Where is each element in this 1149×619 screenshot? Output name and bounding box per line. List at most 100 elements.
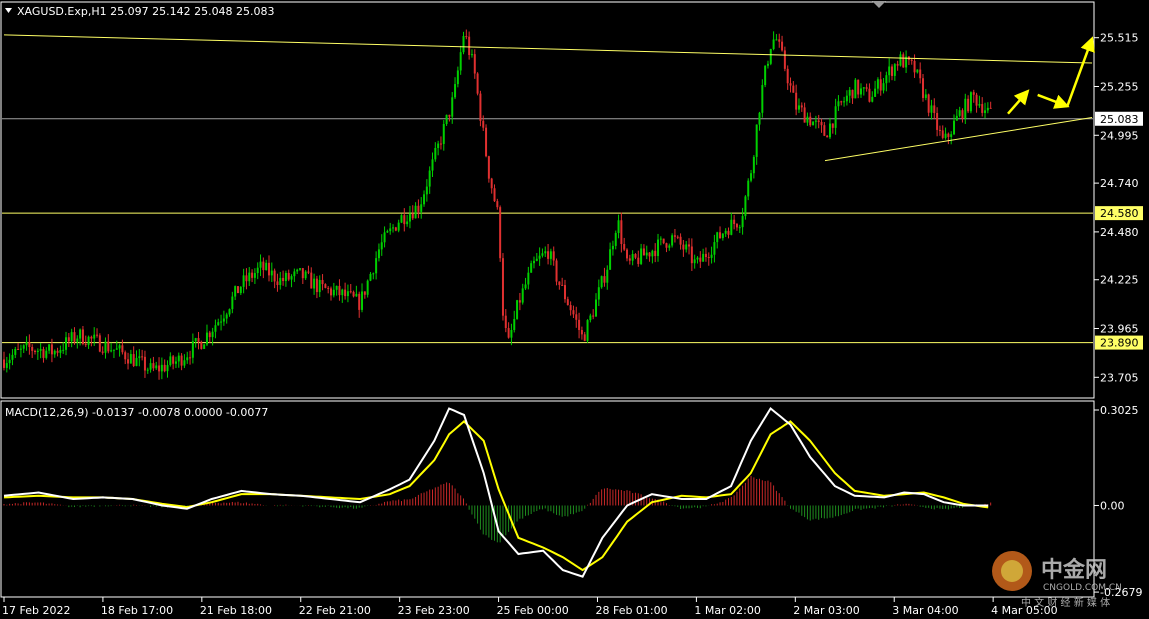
candle bbox=[671, 233, 674, 248]
candle-body bbox=[203, 344, 206, 349]
candle-body bbox=[234, 286, 237, 297]
candle-body bbox=[837, 101, 840, 107]
candle-body bbox=[366, 280, 369, 295]
candle-body bbox=[532, 260, 535, 264]
candle-body bbox=[572, 310, 575, 315]
candle-body bbox=[141, 356, 144, 358]
candle-body bbox=[840, 101, 843, 103]
candle-body bbox=[124, 352, 127, 360]
candle-body bbox=[549, 251, 552, 259]
candle-body bbox=[586, 320, 589, 341]
candle-body bbox=[795, 92, 798, 110]
candle-body bbox=[112, 349, 115, 351]
candle-body bbox=[882, 83, 885, 91]
candle-body bbox=[17, 348, 20, 350]
candle-body bbox=[67, 337, 70, 342]
price-tick-label: 24.740 bbox=[1100, 177, 1139, 190]
candle-body bbox=[65, 337, 68, 350]
candle-body bbox=[941, 130, 944, 138]
candle-body bbox=[930, 105, 933, 113]
candle-body bbox=[197, 338, 200, 342]
candle-body bbox=[755, 124, 758, 157]
candle-body bbox=[589, 315, 592, 321]
candle-body bbox=[778, 39, 781, 42]
candle-body bbox=[349, 291, 352, 293]
candle-body bbox=[293, 271, 296, 277]
candle-body bbox=[606, 269, 609, 283]
candle-body bbox=[411, 213, 414, 219]
candle-body bbox=[473, 54, 476, 74]
macd-tick-label: 0.3025 bbox=[1100, 404, 1139, 417]
time-tick-label: 2 Mar 03:00 bbox=[793, 604, 859, 617]
candle-body bbox=[764, 65, 767, 86]
candle-body bbox=[637, 257, 640, 264]
candle-body bbox=[555, 260, 558, 282]
candle-body bbox=[276, 281, 279, 286]
time-tick-label: 17 Feb 2022 bbox=[2, 604, 70, 617]
candle-body bbox=[383, 232, 386, 243]
candle-body bbox=[408, 213, 411, 222]
candle bbox=[236, 286, 239, 294]
candle-body bbox=[978, 104, 981, 106]
candle-body bbox=[104, 341, 107, 353]
candle-body bbox=[174, 361, 177, 364]
candle-body bbox=[623, 244, 626, 250]
candle-body bbox=[981, 104, 984, 113]
candle-body bbox=[665, 243, 668, 248]
candle-body bbox=[775, 39, 778, 41]
candle-body bbox=[380, 242, 383, 250]
candle-body bbox=[129, 354, 132, 364]
candle-body bbox=[569, 305, 572, 311]
candle-body bbox=[200, 341, 203, 349]
candle-body bbox=[138, 356, 141, 358]
candle bbox=[400, 214, 403, 224]
candle-body bbox=[53, 350, 56, 355]
candle-body bbox=[397, 222, 400, 231]
candle-body bbox=[673, 235, 676, 237]
candle-body bbox=[5, 363, 8, 368]
candle-body bbox=[919, 69, 922, 79]
candle-body bbox=[487, 156, 490, 179]
candle-body bbox=[964, 98, 967, 119]
candle-body bbox=[81, 329, 84, 345]
candle-body bbox=[420, 204, 423, 212]
candle-body bbox=[620, 220, 623, 245]
candle bbox=[854, 78, 857, 99]
candle-body bbox=[158, 365, 161, 372]
price-tick-label: 25.255 bbox=[1100, 80, 1139, 93]
candle-body bbox=[662, 238, 665, 244]
candle-body bbox=[253, 272, 256, 278]
candle-body bbox=[671, 235, 674, 246]
candle-body bbox=[166, 365, 169, 372]
candle-body bbox=[893, 64, 896, 76]
candle-body bbox=[896, 64, 899, 66]
candle-body bbox=[955, 115, 958, 121]
candle-body bbox=[344, 289, 347, 297]
candle-body bbox=[231, 296, 234, 310]
candle-body bbox=[375, 258, 378, 274]
candle-body bbox=[617, 220, 620, 233]
candle-body bbox=[34, 350, 37, 353]
candle-body bbox=[716, 232, 719, 243]
candle-body bbox=[521, 288, 524, 303]
candle-body bbox=[31, 347, 34, 351]
price-axis: 25.515 25.255 24.995 24.740 24.480 24.225 23.9… bbox=[1094, 32, 1143, 384]
candle-body bbox=[634, 254, 637, 258]
candle-body bbox=[527, 272, 530, 285]
candle-body bbox=[62, 349, 65, 351]
candle-body bbox=[332, 289, 335, 296]
candle-body bbox=[986, 107, 989, 111]
candle bbox=[586, 319, 589, 343]
chart-canvas: 25.515 25.255 24.995 24.740 24.480 24.225 23.9… bbox=[0, 0, 1149, 619]
candle-body bbox=[296, 269, 299, 272]
candle-body bbox=[389, 228, 392, 232]
candle-body bbox=[707, 257, 710, 259]
candle-body bbox=[386, 231, 389, 233]
candle-body bbox=[851, 89, 854, 99]
candle-body bbox=[482, 120, 485, 128]
candle-body bbox=[186, 357, 189, 361]
level-label: 24.580 bbox=[1100, 207, 1139, 220]
candle-body bbox=[812, 121, 815, 126]
candle-body bbox=[766, 63, 769, 66]
candle-body bbox=[752, 156, 755, 174]
